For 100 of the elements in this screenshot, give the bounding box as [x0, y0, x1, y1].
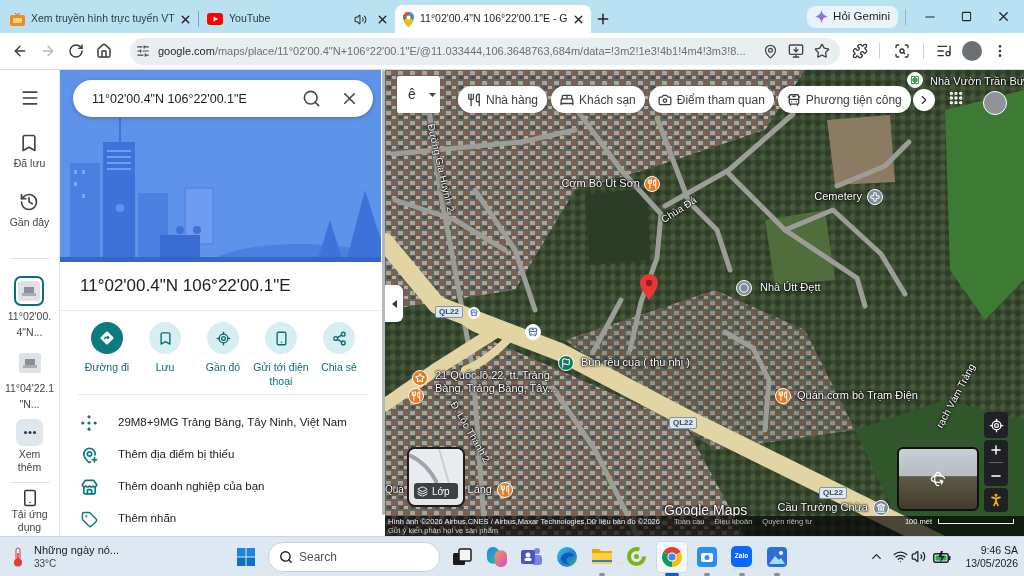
place-label[interactable]: Cầu Trường Chừa [777, 501, 868, 514]
layers-icon [417, 485, 428, 497]
place-label[interactable]: Nhà Útt Đẹtt [760, 281, 821, 294]
add-business-item[interactable]: Thêm doanh nghiệp của bạn [60, 471, 381, 503]
more-button[interactable]: Xem thêm [9, 419, 50, 474]
maximize-icon[interactable] [961, 11, 972, 22]
action-button[interactable]: Lưu [136, 322, 194, 388]
url-text: google.com/maps/place/11°02'00.4"N+106°22'00.1"E/@11.033444,106.3648763,684m/data=!3m2!1e3!4b1!4m4!3m3!8... [158, 43, 746, 59]
place-search-box[interactable]: 11°02'00.4"N 106°22'00.1"E [73, 80, 373, 117]
rotate-icon[interactable] [930, 471, 946, 487]
recent-place-button[interactable]: 11°04'22.1 "N... [4, 348, 55, 412]
street-view-preview[interactable] [897, 447, 979, 511]
recent-place-button[interactable]: 11°02'00. 4"N... [7, 276, 52, 340]
start-button[interactable] [237, 547, 255, 566]
camera-icon [657, 92, 672, 107]
page-search-icon[interactable] [894, 43, 910, 59]
browser-tab[interactable]: YouTube [199, 5, 395, 33]
weather-temperature: 33°C [34, 556, 58, 570]
media-control-icon[interactable] [936, 43, 952, 59]
location-icon[interactable] [763, 43, 778, 59]
back-icon[interactable] [12, 43, 28, 59]
my-location-button[interactable] [984, 412, 1008, 438]
category-chip[interactable]: Khách sạn [551, 86, 645, 113]
weather-headline[interactable]: Những ngày nó... [34, 543, 120, 557]
reload-icon[interactable] [68, 43, 84, 59]
plus-code-item[interactable]: 29M8+9MG Trảng Bàng, Tây Ninh, Việt Nam [60, 407, 381, 439]
my-location-icon [988, 417, 1004, 433]
task-view-icon[interactable] [451, 547, 472, 566]
clock-date[interactable]: 13/05/2026 [965, 556, 1018, 570]
close-window-icon[interactable] [996, 9, 1011, 24]
place-label[interactable]: Cơm Bò Út Sơn [561, 177, 640, 190]
search-icon[interactable] [302, 89, 321, 108]
get-app-button[interactable]: Tải ứng dụng [6, 489, 53, 534]
add-label-item[interactable]: Thêm nhãn [60, 503, 381, 535]
home-icon[interactable] [96, 43, 112, 59]
round-browser-logo-icon [661, 546, 682, 567]
place-title: 11°02'00.4"N 106°22'00.1"E [80, 275, 291, 298]
place-label[interactable]: Quá [385, 483, 404, 496]
install-icon[interactable] [788, 43, 804, 59]
extensions-icon[interactable] [852, 43, 868, 59]
action-button[interactable]: Đường đi [78, 322, 136, 388]
speaker-icon[interactable] [911, 549, 927, 564]
place-label[interactable]: Nhà Vườn Trần Bư [930, 75, 1024, 88]
saved-button[interactable]: Đã lưu [13, 133, 46, 170]
category-chip[interactable]: Điểm tham quan [648, 86, 774, 113]
history-icon [19, 192, 40, 212]
sparkle-icon [815, 10, 829, 23]
location-marker-icon[interactable] [640, 274, 658, 300]
add-store-icon [80, 478, 98, 496]
fork-knife-icon [467, 92, 481, 107]
place-label[interactable]: Cemetery [814, 190, 862, 203]
action-button[interactable]: Gần đó [194, 322, 252, 388]
satellite-map-drawing[interactable] [385, 70, 1024, 536]
place-label[interactable]: Bún rêu cua ( thu nhi ) [581, 356, 690, 369]
new-tab-icon[interactable] [595, 11, 611, 27]
recent-button[interactable]: Gần đây [9, 192, 50, 229]
category-chip[interactable]: Nhà hàng [458, 86, 548, 113]
zoom-in-icon[interactable] [989, 442, 1003, 457]
photos-icon[interactable] [766, 546, 787, 567]
place-label[interactable]: Quán cơm bò Trạm Điện [797, 389, 918, 402]
street-view-button[interactable] [984, 488, 1008, 512]
route-shield: QL22 [819, 487, 847, 499]
scrollbar-thumb[interactable] [381, 70, 385, 515]
camera-app-icon[interactable] [696, 546, 717, 567]
place-label[interactable]: Láng [467, 483, 492, 496]
caret-icon [429, 92, 436, 97]
wave-logo-icon[interactable] [556, 546, 577, 567]
people-logo-icon[interactable] [521, 548, 542, 565]
collapse-panel-button[interactable] [385, 285, 403, 322]
pill-logo-icon[interactable] [486, 546, 507, 567]
map-pin-logo-icon [403, 11, 414, 27]
browser-tab[interactable]: Xem truyền hình trực tuyến VT [2, 5, 198, 33]
add-place-item[interactable]: Thêm địa điểm bị thiếu [60, 439, 381, 471]
gemini-button[interactable]: Hỏi Gemini [807, 5, 898, 28]
bus-icon [786, 92, 801, 107]
input-method-dropdown[interactable]: ê [397, 76, 440, 113]
active-app-button[interactable] [655, 540, 688, 573]
apps-grid-icon[interactable] [948, 90, 964, 106]
category-chip[interactable]: Phương tiện công [777, 86, 911, 113]
battery-charging-icon[interactable] [933, 550, 952, 563]
bookmark-star-icon[interactable] [814, 43, 830, 59]
street-label: Đường Gia Huỳnh 2 [424, 122, 457, 210]
site-settings-icon[interactable] [136, 44, 150, 58]
speaker-icon[interactable] [354, 12, 367, 26]
place-label[interactable]: 21 Quốc lộ 22, tt. Trảng Bàng, Trảng Bàng, Tây... [435, 369, 563, 395]
profile-avatar[interactable] [962, 41, 982, 61]
action-button[interactable]: Chia sẻ [310, 322, 368, 388]
action-button[interactable]: Gửi tới điện thoại [252, 322, 310, 388]
thermometer-icon[interactable] [12, 546, 24, 567]
more-icon [23, 431, 36, 434]
folder-icon[interactable] [591, 549, 612, 564]
layers-button[interactable]: Lớp [407, 447, 465, 507]
plus-code-icon [81, 415, 97, 431]
wifi-icon[interactable] [893, 549, 909, 564]
address-bar[interactable]: google.com/maps/place/11°02'00.4"N+106°22'00.1"E/@11.033444,106.3648763,684m/data=!3m2!1e3!4b1!4m4!3m3!8... [130, 37, 840, 65]
add-location-icon [80, 446, 98, 464]
taskbar-search-field[interactable]: Search [268, 541, 440, 572]
browser-tab[interactable]: 11°02'00.4"N 106°22'00.1"E - G [395, 5, 591, 33]
tag-icon [80, 510, 98, 528]
clock-time[interactable]: 9:46 SA [980, 543, 1018, 557]
